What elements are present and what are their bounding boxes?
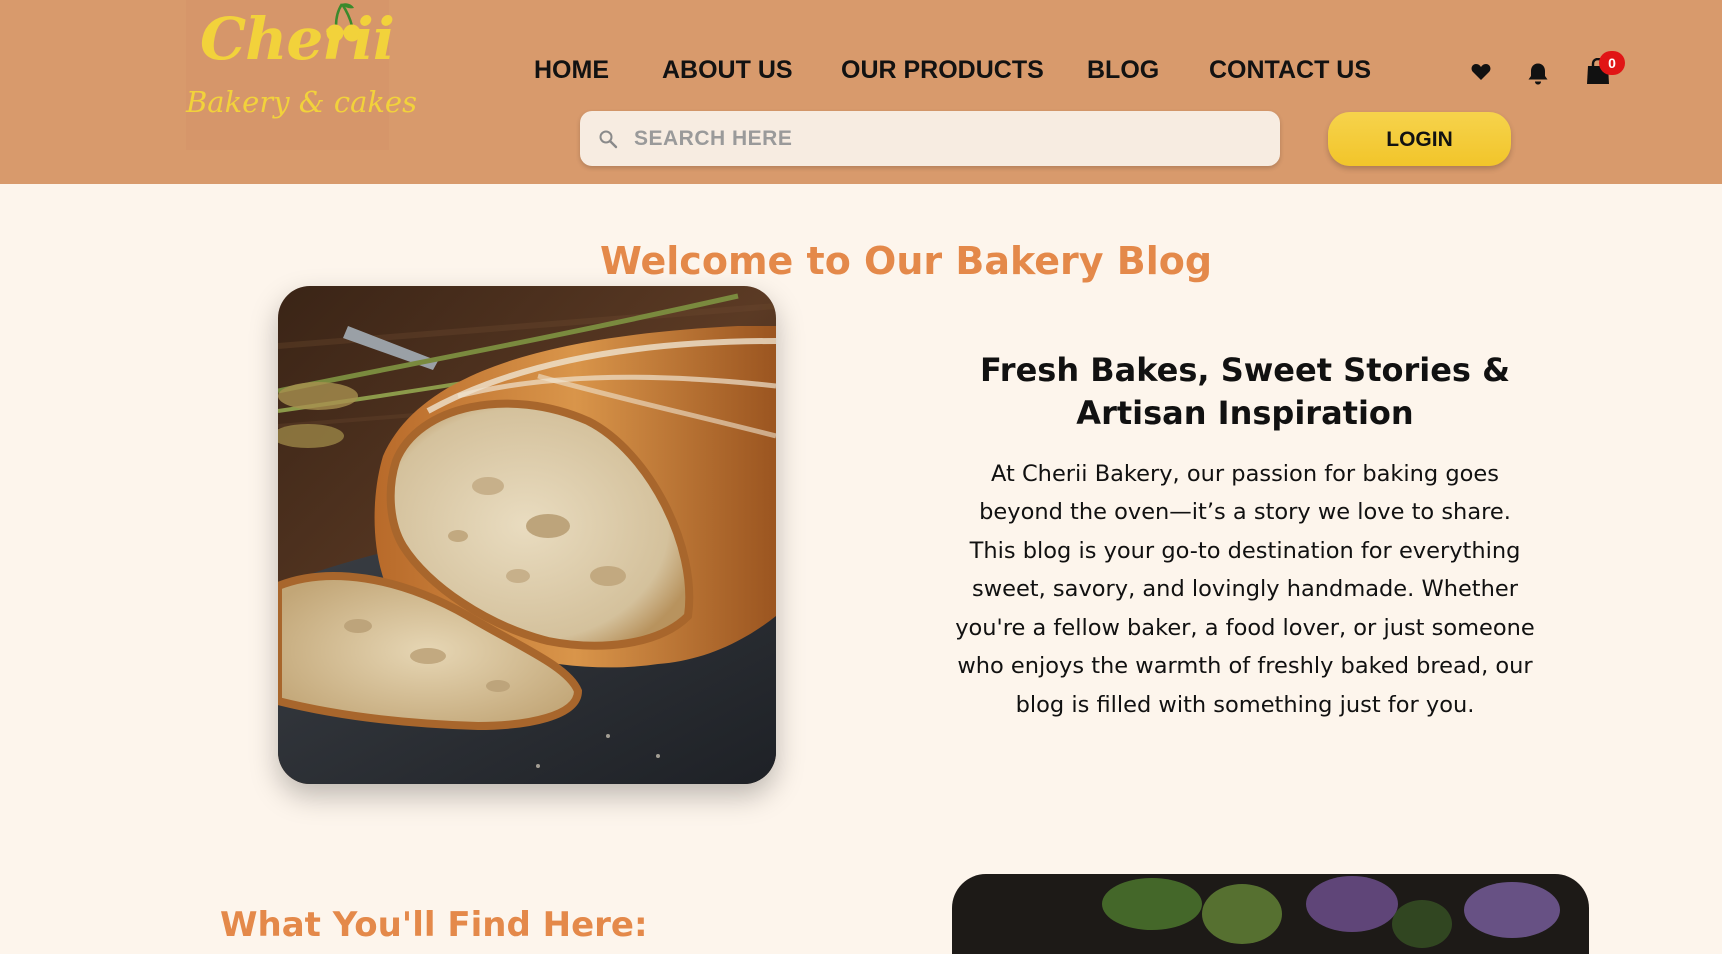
bell-icon[interactable] <box>1527 62 1549 85</box>
nav-item-contact-us[interactable]: CONTACT US <box>1209 52 1371 88</box>
cart-count-badge: 0 <box>1599 51 1625 75</box>
search-input[interactable] <box>632 111 1262 166</box>
search-icon <box>599 130 618 149</box>
main-nav: HOME ABOUT US OUR PRODUCTS BLOG CONTACT … <box>0 52 1722 88</box>
section-heading: What You'll Find Here: <box>220 905 648 946</box>
nav-item-our-products[interactable]: OUR PRODUCTS <box>841 52 1044 88</box>
bakery-image <box>952 874 1589 954</box>
page-title: Welcome to Our Bakery Blog <box>599 239 1213 284</box>
nav-item-about-us[interactable]: ABOUT US <box>662 52 793 88</box>
bread-loaf-image <box>278 286 776 784</box>
search-bar <box>580 111 1280 166</box>
heart-icon[interactable] <box>1471 63 1491 81</box>
brand-tagline: Bakery & cakes <box>186 85 417 119</box>
nav-item-home[interactable]: HOME <box>534 52 609 88</box>
nav-item-blog[interactable]: BLOG <box>1087 52 1159 88</box>
intro-heading: Fresh Bakes, Sweet Stories & Artisan Ins… <box>979 350 1511 432</box>
site-header: Cherii Bakery & cakes HOME ABOUT US OUR … <box>0 0 1722 184</box>
login-button[interactable]: LOGIN <box>1328 112 1511 166</box>
intro-paragraph: At Cherii Bakery, our passion for baking… <box>955 460 1535 718</box>
